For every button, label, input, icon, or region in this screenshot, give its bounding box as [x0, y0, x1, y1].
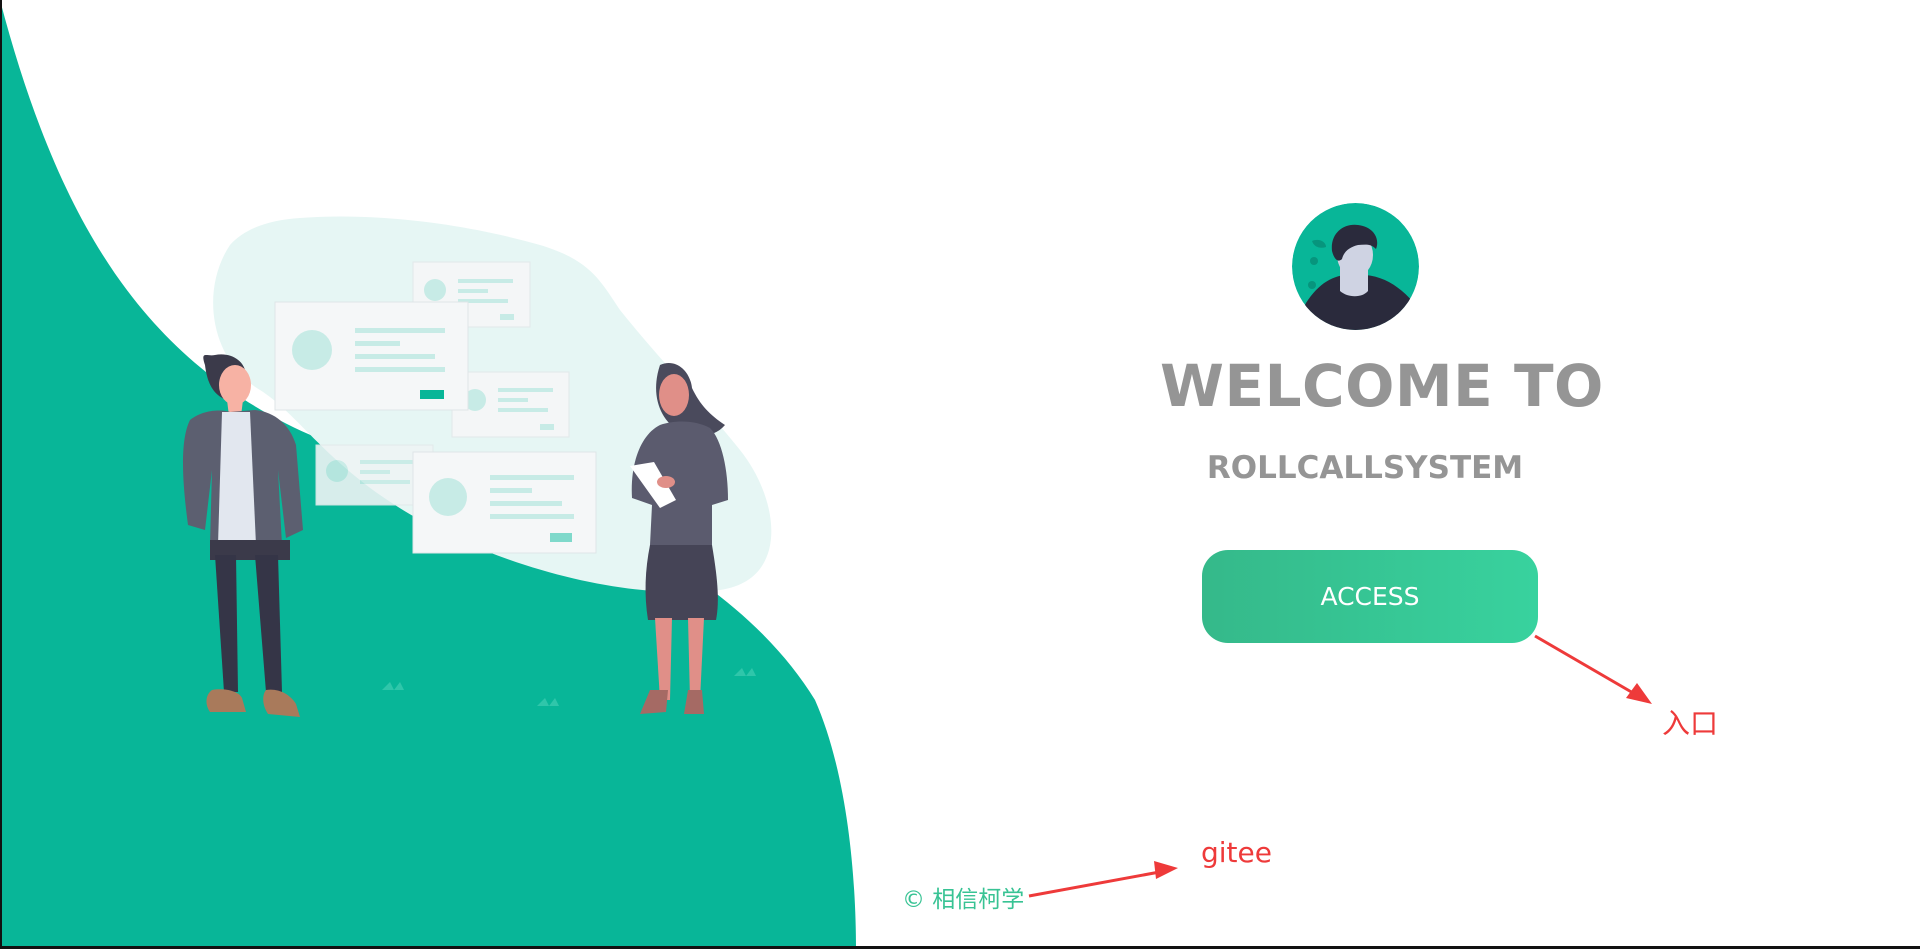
system-title: ROLLCALLSYSTEM	[1206, 450, 1524, 486]
copyright-link[interactable]: © 相信柯学	[902, 880, 1024, 914]
gitee-annotation: gitee	[1201, 836, 1272, 869]
card-front-large	[274, 301, 469, 411]
card-back-mid	[451, 371, 570, 438]
welcome-panel: WELCOME TO ROLLCALLSYSTEM ACCESS	[1100, 0, 1720, 949]
welcome-heading: WELCOME TO	[1160, 352, 1604, 420]
access-button[interactable]: ACCESS	[1202, 550, 1538, 643]
access-button-label: ACCESS	[1320, 582, 1420, 611]
user-avatar	[1292, 203, 1419, 330]
card-front-small	[412, 451, 597, 554]
entry-annotation: 入口	[1662, 707, 1719, 740]
frame-left-border	[0, 0, 2, 949]
team-illustration	[183, 216, 772, 717]
